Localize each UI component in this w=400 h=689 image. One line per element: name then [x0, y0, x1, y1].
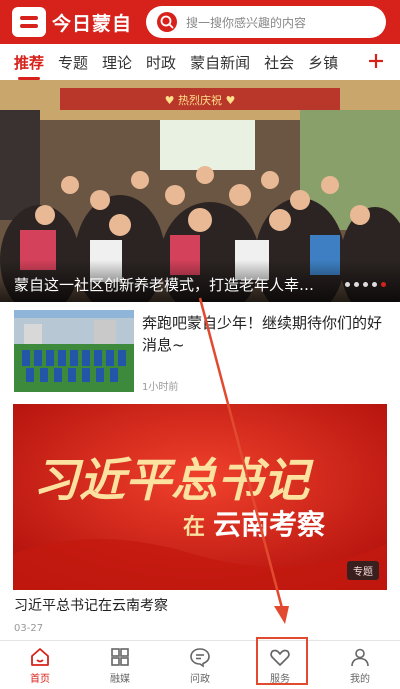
tab-theory[interactable]: 理论: [102, 52, 132, 73]
topic-badge: 专题: [347, 561, 379, 580]
carousel-dot[interactable]: [372, 282, 377, 287]
add-channel-icon[interactable]: [366, 50, 386, 72]
nav-label: 问政: [190, 673, 210, 685]
poster-prefix: 在: [183, 514, 205, 540]
search-icon: [157, 12, 177, 32]
search-input[interactable]: 搜一搜你感兴趣的内容: [186, 14, 306, 31]
nav-media[interactable]: 融媒: [80, 641, 160, 689]
feature-date: 03-27: [14, 623, 44, 634]
carousel-dot-active[interactable]: [381, 282, 386, 287]
logo-icon: [12, 7, 46, 37]
app-name: 今日蒙自: [52, 12, 133, 35]
nav-label: 我的: [350, 673, 370, 685]
channel-tabs: 推荐 专题 理论 时政 蒙自新闻 社会 乡镇: [0, 44, 400, 80]
tab-recommend[interactable]: 推荐: [14, 52, 44, 80]
carousel-dot[interactable]: [354, 282, 359, 287]
search-bar[interactable]: 搜一搜你感兴趣的内容: [146, 6, 386, 38]
poster-subline: 云南考察: [213, 508, 326, 541]
news-list-item[interactable]: 奔跑吧蒙自少年！继续期待你们的好消息~ 1小时前: [0, 302, 400, 394]
nav-label: 首页: [30, 673, 50, 685]
tab-towns[interactable]: 乡镇: [308, 52, 338, 73]
nav-profile[interactable]: 我的: [320, 641, 400, 689]
news-thumbnail: [14, 310, 134, 392]
news-time: 1小时前: [142, 382, 179, 393]
feature-card[interactable]: 习近平总书记 在 云南考察 专题: [13, 404, 387, 590]
tab-topics[interactable]: 专题: [58, 52, 88, 73]
hero-banner-text: ♥ 热烈庆祝 ♥: [165, 93, 236, 107]
highlight-box: [256, 637, 308, 685]
bottom-nav: 首页 融媒 问政 服务 我的: [0, 640, 400, 689]
person-icon: [351, 648, 369, 666]
nav-inquiry[interactable]: 问政: [160, 641, 240, 689]
news-title[interactable]: 奔跑吧蒙自少年！继续期待你们的好消息~: [142, 312, 386, 356]
app-header: 今日蒙自 搜一搜你感兴趣的内容: [0, 0, 400, 44]
tab-politics[interactable]: 时政: [146, 52, 176, 73]
tab-society[interactable]: 社会: [264, 52, 294, 73]
feature-poster: 习近平总书记 在 云南考察: [13, 404, 387, 590]
grid-icon: [111, 647, 129, 666]
hero-caption[interactable]: 蒙自这一社区创新养老模式，打造老年人幸福…: [14, 274, 324, 295]
feature-title[interactable]: 习近平总书记在云南考察: [14, 595, 168, 615]
nav-home[interactable]: 首页: [0, 641, 80, 689]
carousel-indicator: [345, 282, 386, 287]
carousel-dot[interactable]: [345, 282, 350, 287]
carousel-dot[interactable]: [363, 282, 368, 287]
tab-mengzi-news[interactable]: 蒙自新闻: [190, 52, 250, 73]
chat-icon: [190, 647, 210, 667]
app-logo[interactable]: 今日蒙自: [12, 7, 132, 37]
hero-carousel[interactable]: ♥ 热烈庆祝 ♥ 蒙自这一社区创新养老模式，打造老年人幸福…: [0, 80, 400, 302]
nav-label: 融媒: [110, 673, 130, 685]
poster-headline: 习近平总书记: [33, 453, 314, 507]
home-icon: [31, 647, 49, 666]
